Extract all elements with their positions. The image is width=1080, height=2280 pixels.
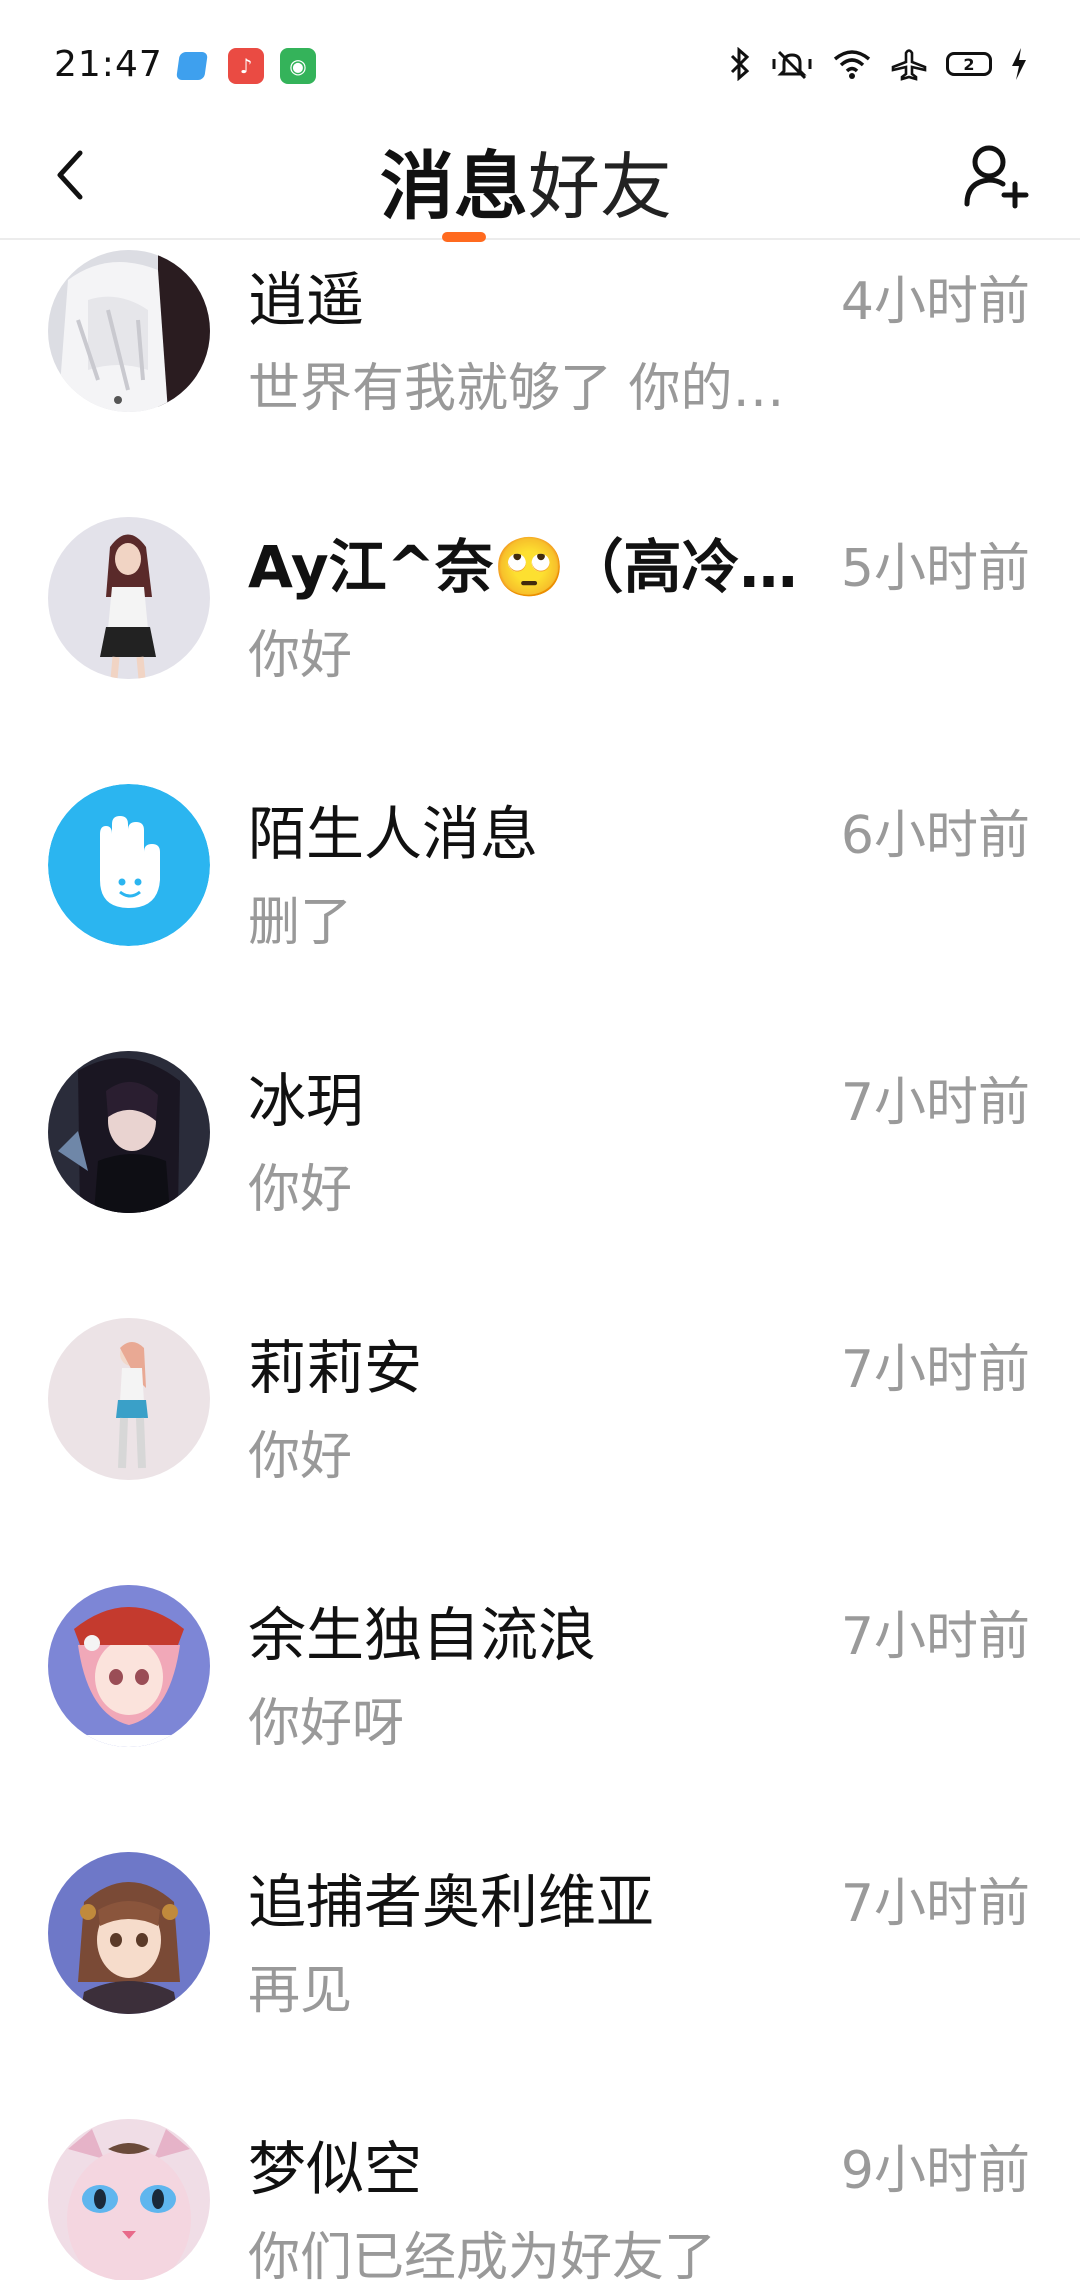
avatar [48, 250, 210, 412]
conversation-row[interactable]: 追捕者奥利维亚 7小时前 再见 [0, 1842, 1080, 2109]
stranger-hand-icon [48, 784, 210, 946]
status-time: 21:47 [54, 44, 163, 85]
avatar-image [48, 517, 210, 679]
contact-name: 梦似空 [248, 2135, 423, 2203]
avatar [48, 1051, 210, 1213]
conversation-row[interactable]: Ay江^奈🙄（高冷… 5小时前 你好 [0, 507, 1080, 774]
tab-messages[interactable]: 消息 [380, 120, 528, 242]
conversation-row[interactable]: 陌生人消息 6小时前 删了 [0, 774, 1080, 1041]
avatar [48, 517, 210, 679]
charging-icon [1012, 48, 1026, 80]
message-time: 7小时前 [840, 1607, 1030, 1667]
back-button[interactable] [40, 130, 100, 220]
avatar-image [48, 1585, 210, 1747]
status-icons: 2 [728, 44, 1028, 84]
contact-name: 追捕者奥利维亚 [248, 1868, 655, 1936]
battery-icon: 2 [946, 52, 992, 76]
back-arrow-icon [57, 150, 83, 200]
airplane-mode-icon [891, 49, 927, 81]
message-time: 7小时前 [840, 1073, 1030, 1133]
message-time: 4小时前 [840, 272, 1030, 332]
tab-bar: 消息 好友 [380, 120, 672, 242]
contact-name: 余生独自流浪 [248, 1601, 597, 1669]
avatar-image [48, 1852, 210, 2014]
message-preview: 你好 [248, 626, 353, 686]
avatar-image [48, 1318, 210, 1480]
status-bar: 21:47 ♪ ◉ 2 [0, 0, 1080, 110]
tab-friends-label: 好友 [528, 144, 673, 229]
conversation-row[interactable]: 逍遥 4小时前 世界有我就够了 你的… [0, 240, 1080, 507]
avatar [48, 1585, 210, 1747]
message-time: 6小时前 [840, 806, 1030, 866]
message-time: 9小时前 [840, 2141, 1030, 2201]
message-preview: 再见 [248, 1961, 353, 2021]
avatar-image [48, 2119, 210, 2280]
conversation-list: 逍遥 4小时前 世界有我就够了 你的… Ay江^奈🙄（高冷… 5小时前 你好 陌… [0, 240, 1080, 2280]
message-preview: 删了 [248, 893, 353, 953]
contact-name: 莉莉安 [248, 1334, 423, 1402]
contact-name: 陌生人消息 [248, 800, 539, 868]
conversation-row[interactable]: 莉莉安 7小时前 你好 [0, 1308, 1080, 1575]
message-time: 5小时前 [840, 539, 1030, 599]
wifi-icon [833, 50, 871, 79]
shopping-app-icon: ◉ [280, 48, 316, 84]
avatar [48, 784, 210, 946]
avatar-image [48, 250, 210, 412]
contact-name: 逍遥 [248, 266, 365, 334]
messages-screen: 21:47 ♪ ◉ 2 消息 好友 逍遥 4小时前 世界有我就够了 你的… Ay… [0, 0, 1080, 2280]
avatar [48, 1852, 210, 2014]
battery-level: 2 [963, 54, 975, 74]
tab-friends[interactable]: 好友 [528, 120, 672, 240]
message-time: 7小时前 [840, 1874, 1030, 1934]
bluetooth-icon [730, 47, 750, 81]
message-preview: 世界有我就够了 你的… [248, 359, 785, 419]
mute-vibrate-icon [772, 50, 812, 80]
conversation-row[interactable]: 梦似空 9小时前 你们已经成为好友了 [0, 2109, 1080, 2280]
contact-name: Ay江^奈🙄（高冷… [248, 533, 798, 601]
conversation-row[interactable]: 余生独自流浪 7小时前 你好呀 [0, 1575, 1080, 1842]
message-preview: 你好 [248, 1160, 353, 1220]
conversation-row[interactable]: 冰玥 7小时前 你好 [0, 1041, 1080, 1308]
avatar-image [48, 1051, 210, 1213]
add-friend-button[interactable] [956, 134, 1036, 218]
contact-name: 冰玥 [248, 1067, 365, 1135]
avatar [48, 2119, 210, 2280]
message-preview: 你好 [248, 1427, 353, 1487]
tab-messages-label: 消息 [380, 143, 528, 230]
notification-app-icon [176, 52, 208, 80]
message-preview: 你好呀 [248, 1694, 405, 1754]
avatar [48, 1318, 210, 1480]
top-nav: 消息 好友 [0, 110, 1080, 242]
add-user-icon [964, 145, 1029, 209]
message-preview: 你们已经成为好友了 [248, 2228, 717, 2280]
message-time: 7小时前 [840, 1340, 1030, 1400]
music-app-icon: ♪ [228, 48, 264, 84]
